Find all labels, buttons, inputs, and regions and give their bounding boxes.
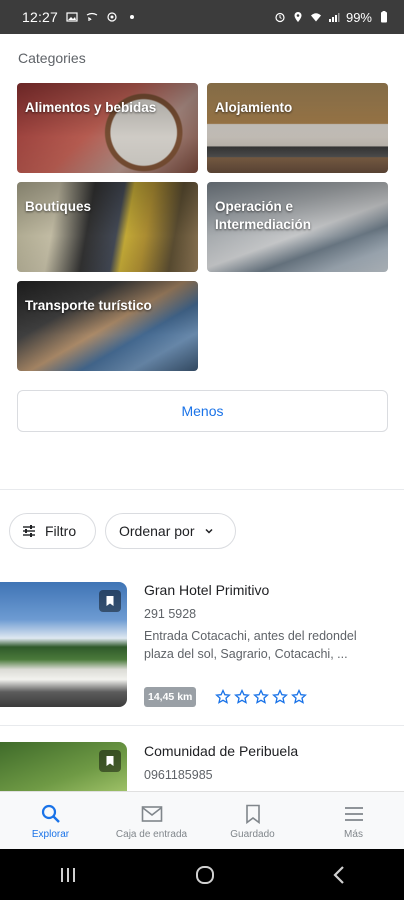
star-outline-icon xyxy=(234,689,250,704)
section-divider xyxy=(0,489,404,490)
category-label: Operación e Intermediación xyxy=(215,199,312,232)
target-icon xyxy=(107,12,117,22)
result-address: Entrada Cotacachi, antes del redondel pl… xyxy=(144,629,357,661)
result-thumbnail xyxy=(0,742,127,791)
category-tile-food[interactable]: Alimentos y bebidas xyxy=(17,83,198,173)
card-divider xyxy=(0,725,404,726)
chevron-down-icon xyxy=(205,528,214,534)
nav-explore[interactable]: Explorar xyxy=(0,792,101,849)
result-card[interactable]: Gran Hotel Primitivo 291 5928 Entrada Co… xyxy=(0,582,404,712)
result-phone: 291 5928 xyxy=(144,607,197,621)
alarm-icon xyxy=(275,12,285,23)
star-outline-icon xyxy=(291,689,307,704)
category-label: Alojamiento xyxy=(215,100,293,115)
result-name: Comunidad de Peribuela xyxy=(144,743,299,759)
location-icon xyxy=(294,12,302,22)
distance-badge: 14,45 km xyxy=(144,687,197,707)
recent-apps-icon[interactable] xyxy=(58,866,78,884)
sort-label: Ordenar por xyxy=(119,523,195,539)
tune-icon xyxy=(23,525,35,537)
bookmark-toggle[interactable] xyxy=(99,590,121,612)
back-icon[interactable] xyxy=(332,865,346,885)
nav-saved[interactable]: Guardado xyxy=(202,792,303,849)
nav-more[interactable]: Más xyxy=(303,792,404,849)
system-navigation-bar xyxy=(0,849,404,900)
categories-title: Categories xyxy=(18,50,86,66)
battery-percent: 99% xyxy=(345,9,372,25)
nav-label: Más xyxy=(344,829,363,840)
filter-label: Filtro xyxy=(45,523,77,539)
sort-dropdown[interactable]: Ordenar por xyxy=(105,513,236,549)
less-button[interactable]: Menos xyxy=(17,390,388,432)
menu-icon xyxy=(344,807,363,821)
category-label: Alimentos y bebidas xyxy=(25,100,157,115)
signal-icon xyxy=(328,13,340,22)
nav-inbox[interactable]: Caja de entrada xyxy=(101,792,202,849)
star-outline-icon xyxy=(215,689,231,704)
home-icon[interactable] xyxy=(194,864,216,886)
rating-stars xyxy=(215,689,307,705)
search-icon xyxy=(41,804,60,823)
status-time: 12:27 xyxy=(22,9,59,25)
result-card[interactable]: Comunidad de Peribuela 0961185985 xyxy=(0,742,404,791)
bookmark-icon xyxy=(106,756,114,766)
category-label: Boutiques xyxy=(25,199,91,214)
cast-icon xyxy=(86,12,98,21)
image-icon xyxy=(66,12,78,22)
category-tile-boutiques[interactable]: Boutiques xyxy=(17,182,198,272)
star-outline-icon xyxy=(253,689,269,704)
filter-button[interactable]: Filtro xyxy=(9,513,96,549)
star-outline-icon xyxy=(272,689,288,704)
nav-label: Guardado xyxy=(230,829,275,840)
category-tile-transport[interactable]: Transporte turístico xyxy=(17,281,198,371)
result-name: Gran Hotel Primitivo xyxy=(144,582,270,598)
bookmark-toggle[interactable] xyxy=(99,750,121,772)
category-tile-operation[interactable]: Operación e Intermediación xyxy=(207,182,388,272)
result-thumbnail xyxy=(0,582,127,707)
nav-label: Caja de entrada xyxy=(115,829,188,840)
wifi-icon xyxy=(310,13,321,22)
dot-icon xyxy=(130,15,135,19)
status-bar: 12:27 99% xyxy=(0,0,404,34)
mail-icon xyxy=(141,806,162,822)
bookmark-icon xyxy=(106,596,114,606)
bottom-navigation: Explorar Caja de entrada Guardado Más xyxy=(0,791,404,849)
nav-label: Explorar xyxy=(31,829,70,840)
bookmark-icon xyxy=(245,804,260,824)
result-phone: 0961185985 xyxy=(144,768,213,782)
battery-icon xyxy=(381,11,387,23)
category-label: Transporte turístico xyxy=(25,298,152,313)
category-tile-lodging[interactable]: Alojamiento xyxy=(207,83,388,173)
